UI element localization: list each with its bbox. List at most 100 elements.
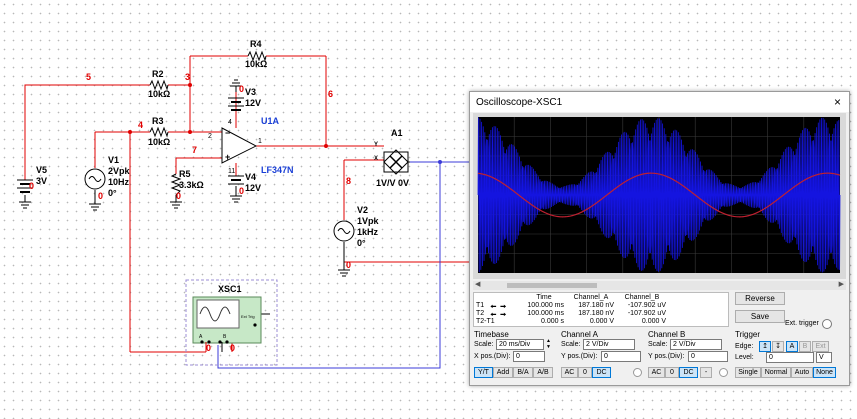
- timebase-xpos-label: X pos.(Div):: [474, 353, 511, 360]
- battery-v3[interactable]: V3 12V: [228, 87, 261, 111]
- t1-channel-a: 187.180 nV: [578, 302, 614, 309]
- channel-b-invert-button[interactable]: -: [700, 367, 712, 378]
- save-button[interactable]: Save: [735, 310, 785, 323]
- v1-phase: 0°: [108, 188, 117, 198]
- t2-time: 100.000 ms: [527, 310, 564, 317]
- svg-text:X: X: [374, 156, 378, 162]
- svg-text:4: 4: [228, 119, 232, 126]
- timebase-xpos-field[interactable]: 0: [513, 351, 545, 362]
- opamp-plus-pin: +: [225, 152, 230, 162]
- oscilloscope-window[interactable]: Oscilloscope-XSC1 × ◀ ▶ Time Channel_A C…: [469, 91, 850, 386]
- mode-ba-button[interactable]: B/A: [513, 367, 533, 378]
- scrollbar-thumb[interactable]: [507, 283, 597, 288]
- channel-b-radio[interactable]: [719, 368, 728, 377]
- channel-a-radio[interactable]: [633, 368, 642, 377]
- trigger-none-button[interactable]: None: [813, 367, 836, 378]
- v5-ref: V5: [36, 165, 47, 175]
- v1-amp: 2Vpk: [108, 166, 131, 176]
- trigger-title: Trigger: [735, 330, 761, 339]
- channel-b-zero-button[interactable]: 0: [665, 367, 679, 378]
- channel-b-ac-button[interactable]: AC: [648, 367, 665, 378]
- trigger-level-field[interactable]: 0: [766, 352, 814, 363]
- svg-text:0: 0: [98, 191, 103, 201]
- display-scrollbar[interactable]: ◀ ▶: [473, 281, 846, 290]
- ground-v4: [230, 195, 242, 203]
- cursor-readout: Time Channel_A Channel_B T1 🠨 🠪 100.000 …: [473, 292, 729, 327]
- v2-amp: 1Vpk: [357, 216, 380, 226]
- resistor-r3[interactable]: R3 10kΩ: [148, 116, 170, 147]
- v3-value: 12V: [245, 98, 261, 108]
- trigger-level-unit[interactable]: V: [816, 352, 832, 363]
- ext-trigger-label: Ext. trigger: [785, 320, 819, 327]
- svg-text:8: 8: [346, 176, 351, 186]
- battery-v4[interactable]: V4 12V: [228, 172, 261, 193]
- ground-r5: [170, 201, 182, 209]
- v5-value: 3V: [36, 176, 47, 186]
- timebase-scale-spinner-icon[interactable]: ▲ ▼: [546, 338, 551, 350]
- svg-text:0: 0: [239, 186, 244, 196]
- r3-ref: R3: [152, 116, 164, 126]
- channel-a-ac-button[interactable]: AC: [561, 367, 578, 378]
- trigger-source-ext-button[interactable]: Ext: [812, 341, 829, 352]
- scroll-left-icon[interactable]: ◀: [475, 280, 480, 288]
- v4-ref: V4: [245, 172, 256, 182]
- close-icon[interactable]: ×: [834, 95, 841, 109]
- svg-text:7: 7: [192, 145, 197, 155]
- channel-a-scale-label: Scale:: [561, 341, 581, 348]
- v1-freq: 10Hz: [108, 177, 130, 187]
- u1a-ref: U1A: [261, 116, 280, 126]
- channel-a-scale-field[interactable]: 2 V/Div: [583, 339, 635, 350]
- svg-text:0: 0: [29, 181, 34, 191]
- svg-text:0: 0: [230, 343, 235, 353]
- a1-ref: A1: [391, 128, 403, 138]
- mode-add-button[interactable]: Add: [493, 367, 513, 378]
- oscilloscope-titlebar[interactable]: Oscilloscope-XSC1 ×: [470, 92, 849, 112]
- r5-value: 3.3kΩ: [179, 180, 204, 190]
- r4-ref: R4: [250, 39, 262, 49]
- trigger-auto-button[interactable]: Auto: [791, 367, 813, 378]
- timebase-scale-field[interactable]: 20 ms/Div: [496, 339, 544, 350]
- v1-ref: V1: [108, 155, 119, 165]
- delta-channel-a: 0.000 V: [589, 318, 614, 325]
- trigger-source-a-button[interactable]: A: [786, 341, 798, 352]
- mode-yt-button[interactable]: Y/T: [474, 367, 493, 378]
- channel-b-ypos-field[interactable]: 0: [688, 351, 728, 362]
- oscilloscope-display[interactable]: [473, 113, 846, 279]
- timebase-scale-label: Scale:: [474, 341, 494, 348]
- resistor-r2[interactable]: R2 10kΩ: [148, 69, 170, 99]
- channel-b-scale-field[interactable]: 2 V/Div: [670, 339, 722, 350]
- channel-a-ypos-field[interactable]: 0: [601, 351, 641, 362]
- ac-source-v2[interactable]: V2 1Vpk 1kHz 0°: [333, 205, 380, 248]
- svg-text:0: 0: [206, 343, 211, 353]
- delta-label: T2-T1: [476, 318, 495, 325]
- trigger-normal-button[interactable]: Normal: [761, 367, 791, 378]
- v2-phase: 0°: [357, 238, 366, 248]
- r2-value: 10kΩ: [148, 89, 170, 99]
- svg-text:Ext Trig: Ext Trig: [241, 314, 255, 319]
- svg-text:Y: Y: [374, 142, 378, 148]
- multiplier-a1[interactable]: A1 1V/V 0V Y X: [374, 128, 410, 188]
- rising-edge-icon[interactable]: ↥: [759, 341, 771, 352]
- channel-a-ypos-label: Y pos.(Div):: [561, 353, 598, 360]
- t1-label: T1: [476, 302, 485, 309]
- a1-value: 1V/V 0V: [376, 178, 409, 188]
- mode-ab-button[interactable]: A/B: [533, 367, 553, 378]
- reverse-button[interactable]: Reverse: [735, 292, 785, 305]
- svg-text:6: 6: [328, 89, 333, 99]
- trigger-source-b-button[interactable]: B: [799, 341, 811, 352]
- channel-b-dc-button[interactable]: DC: [679, 367, 698, 378]
- channel-b-scale-label: Scale:: [648, 341, 668, 348]
- svg-text:0: 0: [176, 191, 181, 201]
- scroll-right-icon[interactable]: ▶: [839, 280, 844, 288]
- ac-source-v1[interactable]: V1 2Vpk 10Hz 0°: [84, 155, 131, 198]
- resistor-r4[interactable]: R4 10kΩ: [245, 39, 267, 69]
- ext-trigger-radio[interactable]: [822, 319, 832, 329]
- trigger-single-button[interactable]: Single: [735, 367, 761, 378]
- t2-channel-b: -107.902 uV: [627, 310, 666, 317]
- cursor-row-delta: T2-T1 0.000 s 0.000 V 0.000 V: [474, 318, 728, 327]
- channel-a-zero-button[interactable]: 0: [578, 367, 592, 378]
- channel-b-ypos-label: Y pos.(Div):: [648, 353, 685, 360]
- channel-a-dc-button[interactable]: DC: [592, 367, 611, 378]
- falling-edge-icon[interactable]: ↧: [772, 341, 784, 352]
- oscilloscope-title: Oscilloscope-XSC1: [476, 97, 563, 108]
